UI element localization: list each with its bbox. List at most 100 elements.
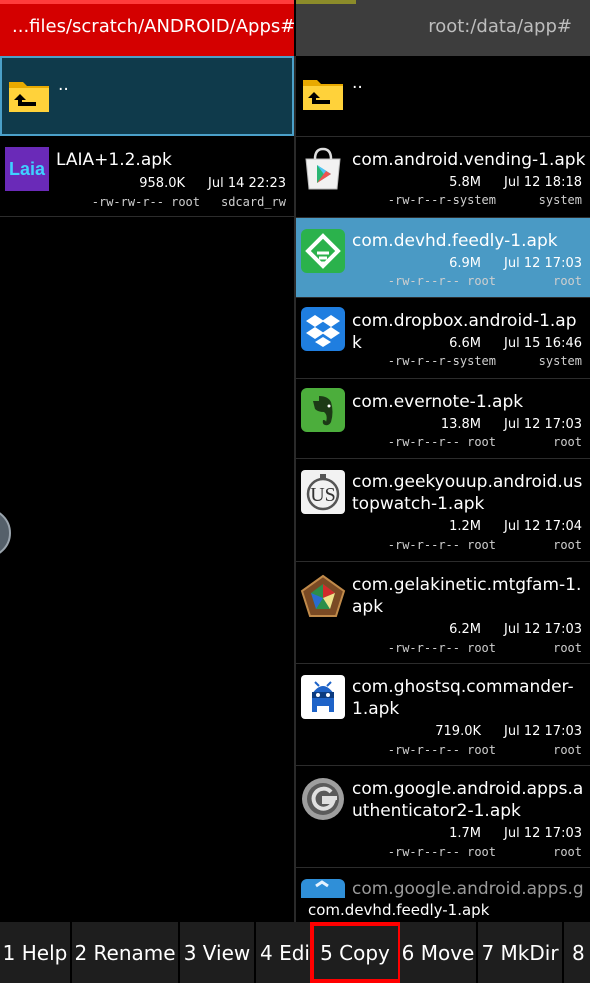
right-file-panel[interactable]: .. com.android.vending-1.apk 5.8M Jul 12… xyxy=(296,56,590,898)
file-permissions: -rw-r--r-- xyxy=(387,354,460,368)
move-button[interactable]: 6 Move xyxy=(400,922,478,983)
authenticator-icon xyxy=(302,778,344,820)
parent-directory-row[interactable]: .. xyxy=(296,56,590,137)
rename-button[interactable]: 2 Rename xyxy=(72,922,180,983)
file-size: 6.9M xyxy=(449,256,481,271)
file-name: com.ghostsq.commander-1.apk xyxy=(352,677,574,719)
right-panel-path: root:/data/app# xyxy=(428,16,572,37)
file-group: sdcard_rw xyxy=(220,195,286,209)
file-size: 958.0K xyxy=(139,176,185,191)
file-owner: system xyxy=(452,354,496,368)
file-date: Jul 12 17:03 xyxy=(504,724,582,739)
function-key-toolbar: 1 Help 2 Rename 3 View 4 Edit 5 Copy 6 M… xyxy=(0,922,590,983)
right-panel-path-bar[interactable]: root:/data/app# xyxy=(296,0,590,56)
file-size: 5.8M xyxy=(449,175,481,190)
parent-directory-row[interactable]: .. xyxy=(0,56,294,136)
left-file-panel[interactable]: .. Laia LAIA+1.2.apk 958.0K Jul 14 22:23… xyxy=(0,56,294,898)
path-bar-accent xyxy=(0,0,294,4)
file-row[interactable]: com.dropbox.android-1.apk 6.6M Jul 15 16… xyxy=(296,298,590,379)
file-owner: root xyxy=(171,195,200,209)
laia-icon-text: Laia xyxy=(9,159,46,179)
file-group: root xyxy=(553,274,582,288)
file-permissions: -rw-r--r-- xyxy=(387,193,460,207)
left-panel-path-bar[interactable]: ...files/scratch/ANDROID/Apps# xyxy=(0,0,294,56)
feedly-icon xyxy=(301,229,345,273)
dropbox-icon xyxy=(301,307,345,351)
file-permissions: -rw-r--r-- xyxy=(387,743,460,757)
file-date: Jul 12 17:04 xyxy=(504,519,582,534)
file-date: Jul 12 17:03 xyxy=(504,622,582,637)
file-owner: root xyxy=(467,845,496,859)
file-owner: root xyxy=(467,435,496,449)
more-button[interactable]: 8 xyxy=(564,922,590,983)
file-owner: root xyxy=(467,538,496,552)
file-permissions: -rw-r--r-- xyxy=(387,435,460,449)
file-size: 6.6M xyxy=(449,336,481,351)
file-date: Jul 12 17:03 xyxy=(504,826,582,841)
file-row[interactable]: com.google.android.apps.authenticator2-1… xyxy=(296,766,590,868)
view-button[interactable]: 3 View xyxy=(180,922,256,983)
file-name: com.android.vending-1.apk xyxy=(352,150,586,170)
mkdir-button[interactable]: 7 MkDir xyxy=(478,922,564,983)
file-group: root xyxy=(553,845,582,859)
parent-directory-label: .. xyxy=(58,75,69,95)
google-app-icon xyxy=(301,879,345,898)
file-row[interactable]: US com.geekyouup.android.ustopwatch-1.ap… xyxy=(296,459,590,562)
selected-file-name: com.devhd.feedly-1.apk xyxy=(308,901,490,919)
play-store-icon xyxy=(305,147,341,190)
file-date: Jul 12 18:18 xyxy=(504,175,582,190)
file-row[interactable]: com.android.vending-1.apk 5.8M Jul 12 18… xyxy=(296,137,590,218)
file-group: root xyxy=(553,538,582,552)
file-row[interactable]: com.gelakinetic.mtgfam-1.apk 6.2M Jul 12… xyxy=(296,562,590,664)
file-row-partial[interactable]: com.google.android.apps.g xyxy=(296,868,590,898)
mtgfam-icon xyxy=(300,574,346,617)
selected-file-status: com.devhd.feedly-1.apk xyxy=(296,898,590,922)
file-name: com.gelakinetic.mtgfam-1.apk xyxy=(352,575,582,617)
file-date: Jul 15 16:46 xyxy=(504,336,582,351)
file-group: system xyxy=(538,354,582,368)
stopwatch-icon: US xyxy=(301,470,345,514)
globe-decoration-icon xyxy=(0,512,11,554)
file-group: root xyxy=(553,743,582,757)
svg-text:US: US xyxy=(310,484,336,506)
file-name: com.geekyouup.android.ustopwatch-1.apk xyxy=(352,472,583,514)
file-permissions: -rw-r--r-- xyxy=(387,274,460,288)
file-size: 13.8M xyxy=(440,417,481,432)
file-name: com.google.android.apps.g xyxy=(352,879,584,898)
file-owner: system xyxy=(452,193,496,207)
folder-up-icon xyxy=(9,82,49,112)
file-size: 1.2M xyxy=(449,519,481,534)
file-row-selected[interactable]: com.devhd.feedly-1.apk 6.9M Jul 12 17:03… xyxy=(296,218,590,298)
file-permissions: -rw-r--r-- xyxy=(387,641,460,655)
file-size: 719.0K xyxy=(435,724,481,739)
file-size: 6.2M xyxy=(449,622,481,637)
file-size: 1.7M xyxy=(449,826,481,841)
edit-button[interactable]: 4 Edit xyxy=(256,922,312,983)
file-name: com.evernote-1.apk xyxy=(352,392,524,412)
file-row[interactable]: Laia LAIA+1.2.apk 958.0K Jul 14 22:23 -r… xyxy=(0,136,294,217)
folder-up-icon xyxy=(303,80,343,110)
file-date: Jul 14 22:23 xyxy=(208,176,286,191)
file-date: Jul 12 17:03 xyxy=(504,256,582,271)
copy-button[interactable]: 5 Copy xyxy=(310,922,402,983)
laia-app-icon: Laia xyxy=(5,147,49,191)
file-name: com.devhd.feedly-1.apk xyxy=(352,231,558,251)
file-group: system xyxy=(538,193,582,207)
evernote-icon xyxy=(301,388,345,432)
file-owner: root xyxy=(467,743,496,757)
file-date: Jul 12 17:03 xyxy=(504,417,582,432)
file-permissions: -rw-rw-r-- xyxy=(91,195,164,209)
help-button[interactable]: 1 Help xyxy=(0,922,72,983)
ghost-commander-icon xyxy=(301,675,345,719)
file-name: com.google.android.apps.authenticator2-1… xyxy=(352,779,584,821)
file-permissions: -rw-r--r-- xyxy=(387,845,460,859)
file-name: LAIA+1.2.apk xyxy=(56,150,172,170)
path-bar-accent xyxy=(296,0,356,4)
file-owner: root xyxy=(467,274,496,288)
file-group: root xyxy=(553,435,582,449)
file-row[interactable]: com.evernote-1.apk 13.8M Jul 12 17:03 -r… xyxy=(296,379,590,459)
file-owner: root xyxy=(467,641,496,655)
file-group: root xyxy=(553,641,582,655)
left-panel-path: ...files/scratch/ANDROID/Apps# xyxy=(12,16,294,37)
file-row[interactable]: com.ghostsq.commander-1.apk 719.0K Jul 1… xyxy=(296,664,590,766)
